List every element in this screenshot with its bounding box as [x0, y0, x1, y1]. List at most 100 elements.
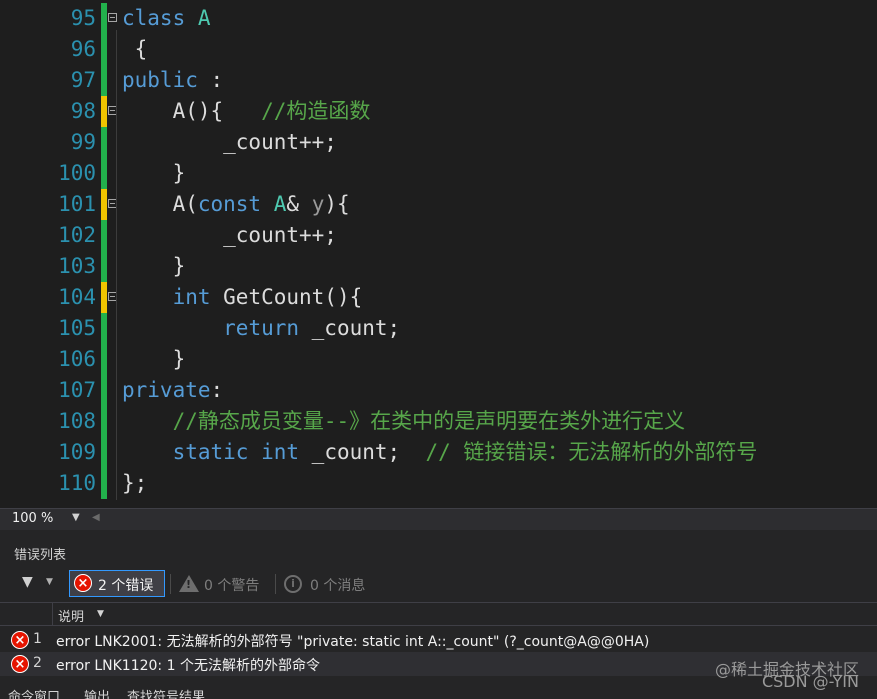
- column-divider[interactable]: [52, 603, 53, 625]
- filter-icon[interactable]: ▼: [22, 574, 33, 590]
- code-text: _count++;: [122, 130, 337, 154]
- unsaved-change-marker: [101, 282, 107, 313]
- saved-change-marker: [101, 220, 107, 251]
- panel-title: 错误列表: [14, 548, 67, 563]
- code-line[interactable]: 104 int GetCount(){: [0, 282, 877, 313]
- error-icon: ×: [11, 631, 29, 649]
- code-line[interactable]: 98 A(){ //构造函数: [0, 96, 877, 127]
- code-line[interactable]: 97 public :: [0, 65, 877, 96]
- error-icon: ×: [11, 655, 29, 673]
- line-number: 109: [58, 440, 96, 464]
- code-line[interactable]: 109 static int _count; // 链接错误：无法解析的外部符号: [0, 437, 877, 468]
- saved-change-marker: [101, 3, 107, 34]
- error-row[interactable]: × 1 error LNK2001: 无法解析的外部符号 "private: s…: [0, 628, 877, 652]
- saved-change-marker: [101, 34, 107, 65]
- watermark-csdn: CSDN @-YIN: [761, 672, 859, 691]
- unsaved-change-marker: [101, 96, 107, 127]
- saved-change-marker: [101, 344, 107, 375]
- code-text: _count++;: [122, 223, 337, 247]
- line-number: 101: [58, 192, 96, 216]
- zoom-level[interactable]: 100 %: [12, 511, 53, 526]
- code-text: }: [122, 161, 186, 185]
- toolbar-separator: [170, 574, 171, 594]
- line-number: 104: [58, 285, 96, 309]
- saved-change-marker: [101, 158, 107, 189]
- code-line[interactable]: 101 A(const A& y){: [0, 189, 877, 220]
- errors-filter-button[interactable]: × 2 个错误: [69, 570, 165, 597]
- code-line[interactable]: 106 }: [0, 344, 877, 375]
- code-text: //静态成员变量--》在类中的是声明要在类外进行定义: [172, 409, 686, 433]
- editor-status-strip: 100 % ▼ ◀: [0, 508, 877, 530]
- code-line[interactable]: 103 }: [0, 251, 877, 282]
- warnings-filter-button[interactable]: 0 个警告: [204, 575, 259, 595]
- zoom-dropdown-icon[interactable]: ▼: [72, 512, 80, 523]
- line-number: 95: [70, 6, 96, 30]
- code-line[interactable]: 110};: [0, 468, 877, 499]
- code-line[interactable]: 105 return _count;: [0, 313, 877, 344]
- code-text: int GetCount(){: [172, 285, 363, 309]
- line-number: 105: [58, 316, 96, 340]
- line-number: 98: [70, 99, 96, 123]
- line-number: 108: [58, 409, 96, 433]
- column-header: 说明 ▼: [0, 602, 877, 626]
- code-text: private:: [122, 378, 224, 402]
- saved-change-marker: [101, 468, 107, 499]
- code-text: }: [122, 254, 186, 278]
- line-number: 106: [58, 347, 96, 371]
- saved-change-marker: [101, 65, 107, 96]
- column-description[interactable]: 说明: [58, 606, 84, 625]
- bottom-tabs: 命令窗口 输出 查找符号结果: [0, 684, 877, 699]
- sort-dropdown-icon[interactable]: ▼: [97, 609, 104, 619]
- saved-change-marker: [101, 127, 107, 158]
- line-number: 97: [70, 68, 96, 92]
- saved-change-marker: [101, 375, 107, 406]
- error-number: 2: [33, 655, 42, 671]
- code-line[interactable]: 108 //静态成员变量--》在类中的是声明要在类外进行定义: [0, 406, 877, 437]
- code-line[interactable]: 100 }: [0, 158, 877, 189]
- code-line[interactable]: 96 {: [0, 34, 877, 65]
- warning-mark: !: [186, 578, 192, 591]
- filter-dropdown-icon[interactable]: ▼: [46, 577, 53, 587]
- code-line[interactable]: 107 private:: [0, 375, 877, 406]
- tab-find-symbol-results[interactable]: 查找符号结果: [127, 686, 205, 699]
- line-number: 110: [58, 471, 96, 495]
- error-number: 1: [33, 631, 42, 647]
- saved-change-marker: [101, 437, 107, 468]
- saved-change-marker: [101, 313, 107, 344]
- line-number: 96: [70, 37, 96, 61]
- code-text: public :: [122, 68, 224, 92]
- tab-output[interactable]: 输出: [84, 686, 110, 699]
- indent-guide: [116, 30, 117, 500]
- code-text: }: [122, 347, 186, 371]
- code-line[interactable]: 99 _count++;: [0, 127, 877, 158]
- code-editor[interactable]: 95 class A 96 {97 public :98 A(){ //构造函数 99 …: [0, 0, 877, 508]
- line-number: 100: [58, 161, 96, 185]
- code-text: A(const A& y){: [122, 192, 350, 216]
- collapse-icon[interactable]: [108, 13, 117, 22]
- error-list-toolbar: ▼ ▼ × 2 个错误 ! 0 个警告 i 0 个消息: [0, 568, 877, 600]
- indent-guide: [116, 124, 117, 186]
- code-text: static int _count; // 链接错误：无法解析的外部符号: [172, 440, 758, 464]
- errors-count-label: 2 个错误: [98, 578, 154, 594]
- saved-change-marker: [101, 251, 107, 282]
- code-text: A(){ //构造函数: [122, 99, 371, 123]
- code-line[interactable]: 95 class A: [0, 3, 877, 34]
- toolbar-separator: [275, 574, 276, 594]
- line-number: 99: [70, 130, 96, 154]
- code-text: return _count;: [223, 316, 401, 340]
- line-number: 102: [58, 223, 96, 247]
- saved-change-marker: [101, 406, 107, 437]
- error-icon: ×: [74, 574, 92, 592]
- line-number: 107: [58, 378, 96, 402]
- tab-command-window[interactable]: 命令窗口: [8, 686, 60, 699]
- line-number: 103: [58, 254, 96, 278]
- error-description: error LNK2001: 无法解析的外部符号 "private: stati…: [56, 634, 650, 650]
- scroll-left-icon[interactable]: ◀: [92, 512, 100, 523]
- messages-filter-button[interactable]: 0 个消息: [310, 575, 365, 595]
- unsaved-change-marker: [101, 189, 107, 220]
- code-text: class A: [122, 6, 211, 30]
- code-text: {: [122, 37, 148, 61]
- info-icon[interactable]: i: [284, 575, 302, 593]
- error-description: error LNK1120: 1 个无法解析的外部命令: [56, 658, 320, 674]
- code-line[interactable]: 102 _count++;: [0, 220, 877, 251]
